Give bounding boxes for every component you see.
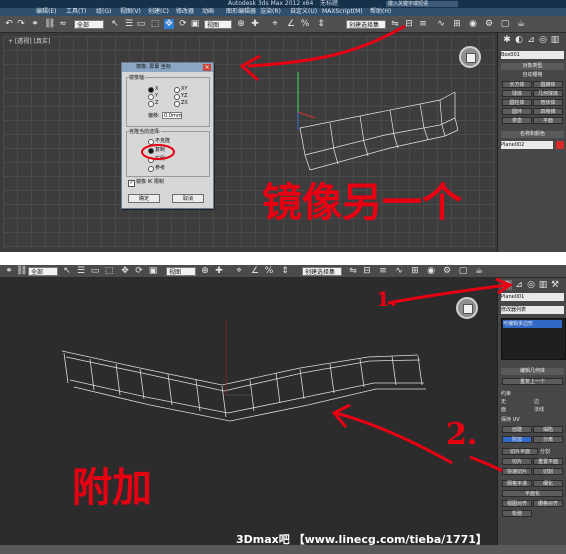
watermark: 3Dmax吧 【www.linecg.com/tieba/1771】 [236, 533, 487, 546]
handwritten-note-attach: 附加 [72, 464, 152, 511]
top-screenshot: Autodesk 3ds Max 2012 x64 无标题 键入关键字或短语 编… [0, 0, 566, 252]
handwritten-step-2: 2. [446, 417, 478, 452]
handwritten-note-mirror: 镜像另一个 [262, 179, 462, 226]
bottom-screenshot: ⚭ ⛓ 全部 ↖ ☰ ▭ ⬚ ✥ ⟳ ▣ 视图 ⊕ ✚ ⌖ ∠ % ⇕ 创建选择… [0, 265, 566, 554]
handwritten-step-1: 1. [376, 287, 397, 311]
